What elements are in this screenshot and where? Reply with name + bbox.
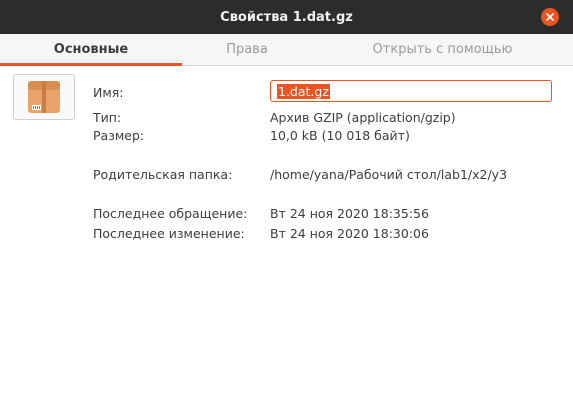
close-button[interactable]: [541, 8, 559, 26]
name-field[interactable]: 1.dat.gz: [270, 80, 552, 102]
close-icon: [546, 13, 554, 21]
name-value-selected[interactable]: 1.dat.gz: [277, 83, 330, 99]
tab-bar: Основные Права Открыть с помощью: [0, 34, 573, 66]
properties-window: Свойства 1.dat.gz Основные Права Открыть…: [0, 0, 573, 401]
size-value: 10,0 kB (10 018 байт): [270, 128, 410, 143]
tab-open-with[interactable]: Открыть с помощью: [312, 34, 573, 65]
tab-permissions[interactable]: Права: [182, 34, 312, 65]
name-label: Имя:: [93, 85, 124, 100]
window-title: Свойства 1.dat.gz: [220, 9, 353, 25]
size-label: Размер:: [93, 128, 145, 143]
modified-value: Вт 24 ноя 2020 18:30:06: [270, 226, 429, 241]
type-label: Тип:: [93, 110, 122, 125]
type-value: Архив GZIP (application/gzip): [270, 110, 456, 125]
parent-folder-value: /home/yana/Рабочий стол/lab1/x2/y3: [270, 167, 508, 182]
tab-basic[interactable]: Основные: [0, 34, 182, 66]
accessed-label: Последнее обращение:: [93, 206, 248, 221]
modified-label: Последнее изменение:: [93, 226, 245, 241]
file-icon-frame: [13, 74, 75, 120]
titlebar: Свойства 1.dat.gz: [0, 0, 573, 34]
accessed-value: Вт 24 ноя 2020 18:35:56: [270, 206, 429, 221]
package-icon: [28, 81, 60, 113]
parent-folder-label: Родительская папка:: [93, 167, 233, 182]
